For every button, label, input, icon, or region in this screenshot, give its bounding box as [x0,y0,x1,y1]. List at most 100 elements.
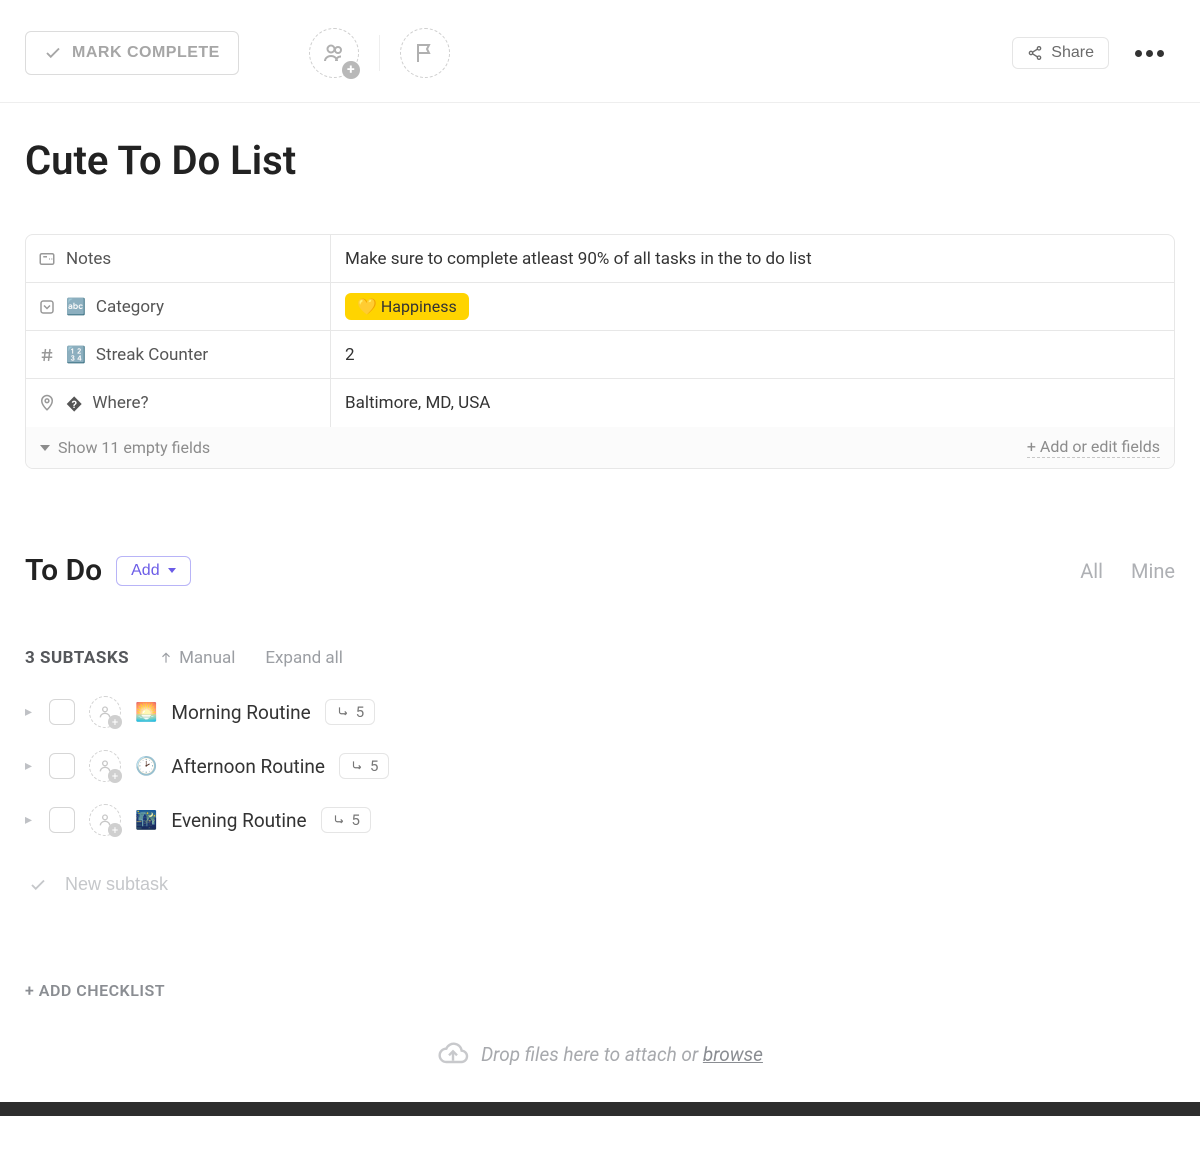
flag-priority-button[interactable] [400,28,450,78]
assign-people-button[interactable]: + [309,28,359,78]
task-emoji-icon: 🌃 [135,810,157,831]
mark-complete-button[interactable]: MARK COMPLETE [25,31,239,75]
share-icon [1027,45,1043,61]
subtask-count-badge[interactable]: 5 [339,753,389,779]
subtask-count-number: 5 [370,757,378,775]
expand-chevron-icon[interactable]: ▸ [25,704,35,720]
plus-badge-icon: + [108,823,122,837]
caret-down-icon [40,445,50,451]
category-tag[interactable]: 💛 Happiness [345,293,469,320]
subtask-toolbar: 3 SUBTASKS Manual Expand all [25,648,1175,668]
task-checkbox[interactable] [49,807,75,833]
section-header: To Do Add All Mine [25,553,1175,588]
new-subtask-row[interactable] [25,858,1175,911]
field-value-text[interactable]: 2 [345,345,355,365]
field-row: 🔤 Category 💛 Happiness [26,283,1174,331]
show-empty-fields-toggle[interactable]: Show 11 empty fields [40,438,210,457]
attachment-dropzone[interactable]: Drop files here to attach or browse [25,1018,1175,1100]
task-checkbox[interactable] [49,699,75,725]
add-checklist-button[interactable]: + ADD CHECKLIST [25,981,1175,1000]
field-row: � Where? Baltimore, MD, USA [26,379,1174,427]
field-value-text[interactable]: Baltimore, MD, USA [345,393,490,413]
field-name: Streak Counter [96,345,208,365]
subtask-count-number: 5 [352,811,360,829]
subtask-count: 3 SUBTASKS [25,648,129,668]
top-toolbar: MARK COMPLETE + Share [0,0,1200,103]
add-label: Add [131,562,159,580]
arrow-up-icon [159,651,173,665]
filter-tabs: All Mine [1080,559,1175,583]
task-list: ▸ + 🌅 Morning Routine 5 ▸ + 🕑 Afternoon … [25,696,1175,836]
page-title[interactable]: Cute To Do List [25,103,1175,234]
sort-button[interactable]: Manual [159,648,235,668]
assignee-button[interactable]: + [89,750,121,782]
show-empty-label: Show 11 empty fields [58,438,210,457]
field-label[interactable]: � Where? [26,379,331,427]
subtask-count-number: 5 [356,703,364,721]
fields-footer: Show 11 empty fields + Add or edit field… [26,427,1174,468]
custom-fields-table: Notes Make sure to complete atleast 90% … [25,234,1175,469]
dot-icon [1146,50,1153,57]
expand-chevron-icon[interactable]: ▸ [25,758,35,774]
filter-all-tab[interactable]: All [1080,559,1103,583]
plus-badge-icon: + [108,769,122,783]
task-name[interactable]: Morning Routine [171,701,310,724]
plus-badge-icon: + [342,61,360,79]
dropdown-icon [38,298,56,316]
field-value[interactable]: Make sure to complete atleast 90% of all… [331,235,1174,282]
flag-icon [413,41,437,65]
text-icon [38,250,56,268]
subtask-icon [350,759,364,773]
section-title: To Do [25,553,102,588]
field-name: Notes [66,249,111,269]
mark-complete-label: MARK COMPLETE [72,44,220,62]
task-name[interactable]: Evening Routine [171,809,306,832]
assignee-button[interactable]: + [89,696,121,728]
task-emoji-icon: 🌅 [135,702,157,723]
check-icon [44,44,62,62]
field-value-text[interactable]: Make sure to complete atleast 90% of all… [345,249,812,269]
field-label[interactable]: 🔤 Category [26,283,331,330]
task-row: ▸ + 🌅 Morning Routine 5 [25,696,1175,728]
sort-label: Manual [179,648,235,668]
field-name: Category [96,297,164,317]
subtask-count-badge[interactable]: 5 [325,699,375,725]
field-emoji-icon: � [66,394,82,413]
people-icon [322,41,346,65]
field-emoji-icon: 🔤 [66,297,86,316]
pin-icon [38,394,56,412]
field-value[interactable]: 💛 Happiness [331,283,1174,330]
add-subtask-button[interactable]: Add [116,556,190,586]
subtask-icon [336,705,350,719]
field-value[interactable]: 2 [331,331,1174,378]
dot-icon [1135,50,1142,57]
share-label: Share [1051,44,1094,62]
cloud-upload-icon [437,1038,469,1070]
field-name: Where? [92,393,148,413]
hash-icon [38,346,56,364]
new-subtask-input[interactable] [65,874,1171,895]
assignee-button[interactable]: + [89,804,121,836]
field-row: Notes Make sure to complete atleast 90% … [26,235,1174,283]
field-label[interactable]: Notes [26,235,331,282]
filter-mine-tab[interactable]: Mine [1131,559,1175,583]
add-edit-fields-button[interactable]: + Add or edit fields [1027,437,1160,458]
subtask-count-badge[interactable]: 5 [321,807,371,833]
expand-chevron-icon[interactable]: ▸ [25,812,35,828]
task-row: ▸ + 🌃 Evening Routine 5 [25,804,1175,836]
task-checkbox[interactable] [49,753,75,779]
browse-link[interactable]: browse [703,1043,763,1066]
divider [379,35,380,71]
field-label[interactable]: 🔢 Streak Counter [26,331,331,378]
dropzone-text: Drop files here to attach or browse [481,1043,763,1066]
task-row: ▸ + 🕑 Afternoon Routine 5 [25,750,1175,782]
expand-all-button[interactable]: Expand all [265,648,343,668]
dot-icon [1157,50,1164,57]
check-icon [29,876,47,894]
plus-badge-icon: + [108,715,122,729]
more-menu-button[interactable] [1129,44,1170,63]
field-value[interactable]: Baltimore, MD, USA [331,379,1174,427]
task-name[interactable]: Afternoon Routine [171,755,325,778]
share-button[interactable]: Share [1012,37,1109,69]
dropdown-caret-icon [168,568,176,573]
